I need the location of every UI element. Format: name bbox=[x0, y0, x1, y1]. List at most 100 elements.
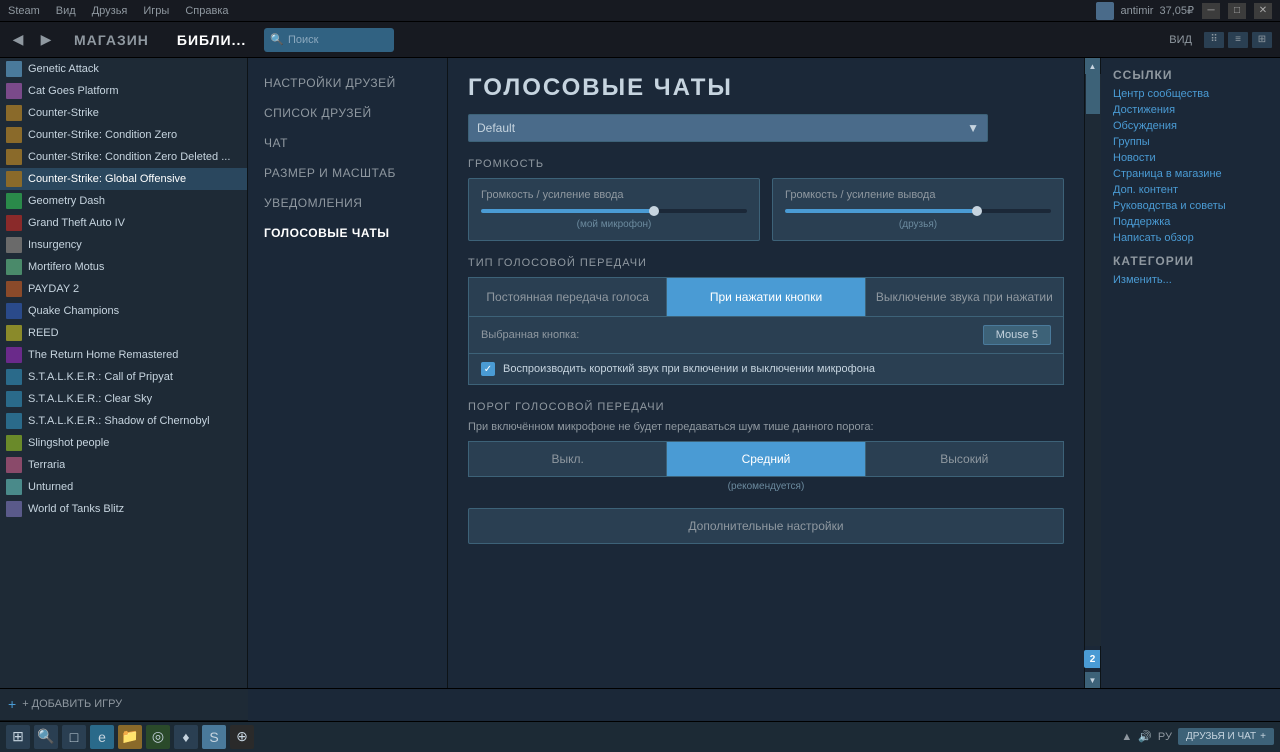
balance: 37,05₽ bbox=[1159, 4, 1194, 17]
volume-output-slider[interactable] bbox=[785, 209, 1051, 213]
list-item[interactable]: Grand Theft Auto IV bbox=[0, 212, 247, 234]
minimize-button[interactable]: ─ bbox=[1202, 3, 1220, 19]
maximize-button[interactable]: □ bbox=[1228, 3, 1246, 19]
list-item[interactable]: S.T.A.L.K.E.R.: Clear Sky bbox=[0, 388, 247, 410]
menu-games[interactable]: Игры bbox=[143, 5, 169, 17]
device-dropdown[interactable]: Default ▼ bbox=[468, 114, 988, 142]
friends-chat-plus-icon: + bbox=[1260, 731, 1266, 742]
taskbar-edge[interactable]: e bbox=[90, 725, 114, 749]
menu-friends[interactable]: Друзья bbox=[92, 5, 128, 17]
categories-section-title: КАТЕГОРИИ bbox=[1113, 254, 1268, 268]
list-item[interactable]: Counter-Strike bbox=[0, 102, 247, 124]
titlebar-menus: Steam Вид Друзья Игры Справка bbox=[8, 5, 229, 17]
game-name: PAYDAY 2 bbox=[28, 283, 79, 295]
link-store-page[interactable]: Страница в магазине bbox=[1113, 168, 1268, 180]
taskbar-taskview[interactable]: □ bbox=[62, 725, 86, 749]
settings-nav-chat[interactable]: ЧАТ bbox=[248, 128, 447, 158]
taskbar-sound: 🔊 bbox=[1138, 730, 1152, 743]
link-dlc[interactable]: Доп. контент bbox=[1113, 184, 1268, 196]
list-item[interactable]: Mortifero Motus bbox=[0, 256, 247, 278]
forward-arrow[interactable]: ▶ bbox=[36, 30, 56, 50]
scroll-up-arrow[interactable]: ▲ bbox=[1085, 58, 1101, 74]
menu-view[interactable]: Вид bbox=[56, 5, 76, 17]
search-box[interactable]: 🔍 bbox=[264, 28, 394, 52]
list-item[interactable]: Terraria bbox=[0, 454, 247, 476]
key-badge[interactable]: Mouse 5 bbox=[983, 325, 1051, 345]
list-item[interactable]: World of Tanks Blitz bbox=[0, 498, 247, 520]
game-icon bbox=[6, 61, 22, 77]
link-achievements[interactable]: Достижения bbox=[1113, 104, 1268, 116]
volume-input-slider[interactable] bbox=[481, 209, 747, 213]
link-community[interactable]: Центр сообщества bbox=[1113, 88, 1268, 100]
advanced-settings-button[interactable]: Дополнительные настройки bbox=[468, 508, 1064, 544]
threshold-btn-high[interactable]: Высокий bbox=[865, 441, 1064, 477]
scroll-thumb[interactable] bbox=[1086, 74, 1100, 114]
list-item[interactable]: Cat Goes Platform bbox=[0, 80, 247, 102]
voice-btn-continuous[interactable]: Постоянная передача голоса bbox=[469, 278, 667, 316]
tab-library[interactable]: БИБЛИ... bbox=[167, 32, 256, 48]
game-icon bbox=[6, 237, 22, 253]
list-item[interactable]: S.T.A.L.K.E.R.: Shadow of Chernobyl bbox=[0, 410, 247, 432]
taskbar-chrome[interactable]: ◎ bbox=[146, 725, 170, 749]
scroll-down-arrow[interactable]: ▼ bbox=[1085, 672, 1101, 688]
link-categories-change[interactable]: Изменить... bbox=[1113, 274, 1268, 286]
settings-nav-friendslist[interactable]: СПИСОК ДРУЗЕЙ bbox=[248, 98, 447, 128]
list-item[interactable]: PAYDAY 2 bbox=[0, 278, 247, 300]
list-item[interactable]: Geometry Dash bbox=[0, 190, 247, 212]
list-item[interactable]: The Return Home Remastered bbox=[0, 344, 247, 366]
taskbar-steam1[interactable]: ♦ bbox=[174, 725, 198, 749]
threshold-btn-medium[interactable]: Средний bbox=[666, 441, 864, 477]
sound-toggle-row: ✓ Воспроизводить короткий звук при включ… bbox=[468, 354, 1064, 385]
taskbar-windows[interactable]: ⊞ bbox=[6, 725, 30, 749]
list-item[interactable]: Insurgency bbox=[0, 234, 247, 256]
game-icon bbox=[6, 281, 22, 297]
list-item[interactable]: REED bbox=[0, 322, 247, 344]
tab-store[interactable]: МАГАЗИН bbox=[64, 32, 159, 48]
game-name: Slingshot people bbox=[28, 437, 109, 449]
link-discussions[interactable]: Обсуждения bbox=[1113, 120, 1268, 132]
game-name: Unturned bbox=[28, 481, 73, 493]
taskbar-files[interactable]: 📁 bbox=[118, 725, 142, 749]
back-arrow[interactable]: ◀ bbox=[8, 30, 28, 50]
close-button[interactable]: ✕ bbox=[1254, 3, 1272, 19]
sound-toggle-checkbox[interactable]: ✓ bbox=[481, 362, 495, 376]
games-sidebar: Genetic Attack Cat Goes Platform Counter… bbox=[0, 58, 248, 688]
settings-nav-friends[interactable]: НАСТРОЙКИ ДРУЗЕЙ bbox=[248, 68, 447, 98]
link-news[interactable]: Новости bbox=[1113, 152, 1268, 164]
voice-btn-mute[interactable]: Выключение звука при нажатии bbox=[866, 278, 1063, 316]
list-item[interactable]: S.T.A.L.K.E.R.: Call of Pripyat bbox=[0, 366, 247, 388]
list-item[interactable]: Unturned bbox=[0, 476, 247, 498]
game-icon bbox=[6, 457, 22, 473]
settings-nav-size[interactable]: РАЗМЕР И МАСШТАБ bbox=[248, 158, 447, 188]
threshold-desc: При включённом микрофоне не будет переда… bbox=[468, 421, 1064, 433]
search-input[interactable] bbox=[288, 34, 388, 46]
game-name: Terraria bbox=[28, 459, 65, 471]
menu-help[interactable]: Справка bbox=[185, 5, 228, 17]
list-item[interactable]: Genetic Attack bbox=[0, 58, 247, 80]
taskbar-other[interactable]: ⊕ bbox=[230, 725, 254, 749]
list-item[interactable]: Slingshot people bbox=[0, 432, 247, 454]
vid-btn-2[interactable]: ≡ bbox=[1228, 32, 1248, 48]
link-review[interactable]: Написать обзор bbox=[1113, 232, 1268, 244]
link-support[interactable]: Поддержка bbox=[1113, 216, 1268, 228]
list-item[interactable]: Quake Champions bbox=[0, 300, 247, 322]
username: antimir bbox=[1120, 5, 1153, 17]
list-item[interactable]: Counter-Strike: Global Offensive bbox=[0, 168, 247, 190]
link-groups[interactable]: Группы bbox=[1113, 136, 1268, 148]
add-game-bar[interactable]: + + ДОБАВИТЬ ИГРУ bbox=[0, 689, 248, 721]
taskbar-steam2[interactable]: S bbox=[202, 725, 226, 749]
friends-chat-button[interactable]: ДРУЗЬЯ И ЧАТ + bbox=[1178, 728, 1274, 745]
vid-btn-1[interactable]: ⠿ bbox=[1204, 32, 1224, 48]
menu-steam[interactable]: Steam bbox=[8, 5, 40, 17]
link-guides[interactable]: Руководства и советы bbox=[1113, 200, 1268, 212]
threshold-btn-off[interactable]: Выкл. bbox=[468, 441, 666, 477]
list-item[interactable]: Counter-Strike: Condition Zero bbox=[0, 124, 247, 146]
vid-btn-3[interactable]: ⊞ bbox=[1252, 32, 1272, 48]
sound-toggle-label: Воспроизводить короткий звук при включен… bbox=[503, 363, 875, 375]
scroll-track[interactable] bbox=[1085, 74, 1101, 646]
voice-btn-ptt[interactable]: При нажатии кнопки bbox=[667, 278, 865, 316]
list-item[interactable]: Counter-Strike: Condition Zero Deleted .… bbox=[0, 146, 247, 168]
taskbar-search[interactable]: 🔍 bbox=[34, 725, 58, 749]
settings-nav-voice[interactable]: ГОЛОСОВЫЕ ЧАТЫ bbox=[248, 218, 447, 248]
settings-nav-notifications[interactable]: УВЕДОМЛЕНИЯ bbox=[248, 188, 447, 218]
